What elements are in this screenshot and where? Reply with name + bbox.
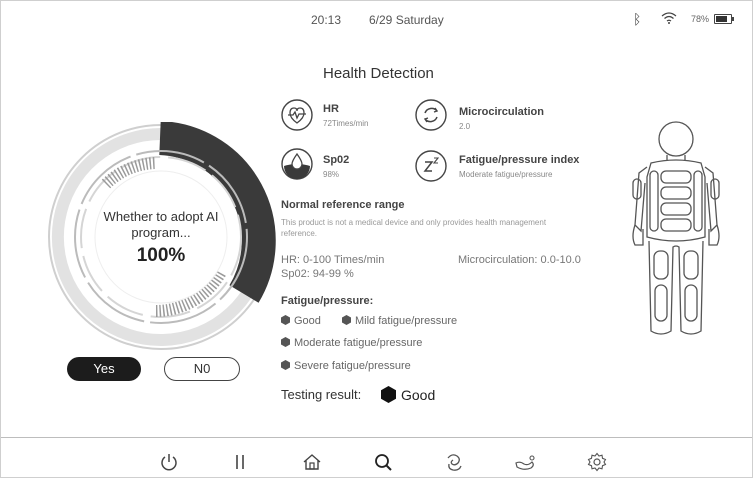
settings-icon[interactable] [584, 449, 610, 475]
pause-icon[interactable] [227, 449, 253, 475]
battery-percent: 78% [691, 14, 710, 24]
reference-description: This product is not a medical device and… [281, 218, 547, 238]
power-icon[interactable] [156, 449, 182, 475]
wifi-icon [661, 12, 677, 24]
yes-button[interactable]: Yes [67, 357, 141, 381]
circulation-icon [415, 99, 447, 131]
nav-divider [1, 437, 752, 438]
legend-moderate: Moderate fatigue/pressure [281, 337, 422, 349]
status-time: 20:13 [311, 13, 342, 27]
result-hexagon-icon [381, 386, 396, 403]
app-screen: 20:13 6/29 Saturday ᛒ 78% Health Detecti… [0, 0, 753, 478]
no-button[interactable]: N0 [164, 357, 240, 381]
ai-program-percent: 100% [136, 245, 186, 266]
hr-value: 72Times/min [323, 119, 369, 128]
legend-severe: Severe fatigue/pressure [281, 360, 411, 372]
search-icon[interactable] [370, 449, 396, 475]
sp02-value: 98% [323, 170, 340, 179]
foot-icon[interactable] [512, 449, 538, 475]
legend-mild: Mild fatigue/pressure [342, 315, 457, 327]
hr-label: HR [323, 103, 339, 115]
heart-rate-icon [281, 99, 313, 131]
hexagon-icon [281, 337, 290, 347]
page-title: Health Detection [323, 65, 434, 82]
body-figure [632, 121, 720, 335]
result-label: Testing result: [281, 387, 362, 402]
fatigue-index-label: Fatigue/pressure index [459, 154, 580, 166]
hexagon-icon [281, 315, 290, 325]
oxygen-drop-icon [281, 148, 313, 180]
reference-title: Normal reference range [281, 199, 405, 211]
home-icon[interactable] [299, 449, 325, 475]
hexagon-icon [342, 315, 351, 325]
status-date: 6/29 Saturday [369, 13, 444, 27]
sp02-label: Sp02 [323, 154, 350, 166]
microcirculation-label: Microcirculation [459, 106, 544, 118]
ai-program-question: Whether to adopt AI program... [103, 209, 219, 240]
bluetooth-icon: ᛒ [633, 11, 642, 27]
fatigue-index-value: Moderate fatigue/pressure [459, 170, 553, 179]
microcirculation-value: 2.0 [459, 122, 471, 131]
legend-good: Good [281, 315, 321, 327]
sp02-range: Sp02: 94-99 % [281, 268, 354, 280]
hexagon-icon [281, 360, 290, 370]
hr-range: HR: 0-100 Times/min [281, 254, 385, 266]
microcirculation-range: Microcirculation: 0.0-10.0 [458, 254, 581, 266]
fatigue-title: Fatigue/pressure: [281, 295, 374, 307]
result-value: Good [401, 387, 436, 403]
status-bar: 20:13 6/29 Saturday ᛒ 78% [1, 1, 752, 33]
massage-icon[interactable] [441, 449, 467, 475]
sleep-zz-icon [415, 150, 447, 182]
battery-icon [714, 14, 734, 24]
